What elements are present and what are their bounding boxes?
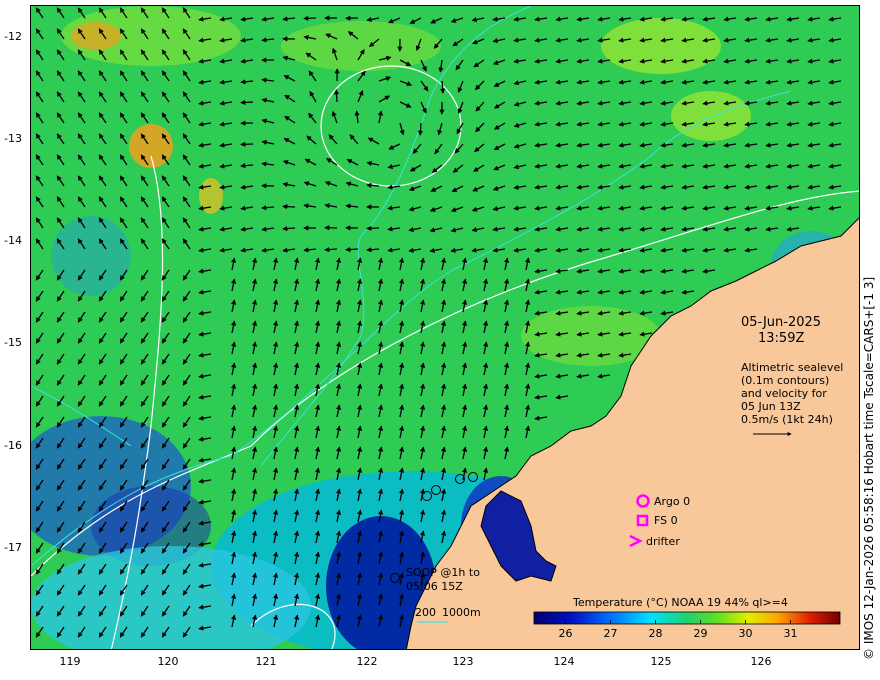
x-tick-label: 122	[356, 655, 378, 668]
isobath-1000-label: 1000m	[442, 606, 481, 619]
altimetry-line-2: (0.1m contours)	[741, 374, 830, 387]
isobath-200-label: 200	[415, 606, 436, 619]
x-tick-label: 124	[553, 655, 575, 668]
map-canvas	[31, 6, 859, 649]
y-tick-label: -14	[4, 234, 22, 247]
drifter-label: drifter	[646, 535, 680, 548]
y-tick-label: -13	[4, 132, 22, 145]
altimetry-line-1: Altimetric sealevel	[741, 361, 844, 374]
x-tick-label: 123	[452, 655, 474, 668]
velocity-arrow	[282, 204, 296, 210]
x-tick-label: 125	[650, 655, 672, 668]
y-tick-label: -12	[4, 30, 22, 43]
soop-label-2: 05/06 15Z	[406, 580, 463, 593]
colorbar-tick-label: 31	[783, 627, 798, 640]
colorbar-tick-label: 30	[738, 627, 753, 640]
velocity-arrow	[240, 141, 254, 147]
altimetry-line-4: 05 Jun 13Z	[741, 400, 801, 413]
x-tick-label: 120	[157, 655, 179, 668]
x-tick-label: 119	[59, 655, 81, 668]
argo-label: Argo 0	[654, 495, 691, 508]
velocity-arrow	[282, 225, 296, 232]
y-tick-label: -17	[4, 541, 22, 554]
velocity-arrow	[345, 246, 359, 253]
velocity-arrow	[324, 246, 338, 253]
altimetry-line-5: 0.5m/s (1kt 24h)	[741, 413, 833, 426]
colorbar-tick-label: 27	[603, 627, 618, 640]
x-tick-label: 121	[255, 655, 277, 668]
soop-label-1: SOOP @1h to	[406, 566, 480, 579]
velocity-arrow	[303, 15, 317, 21]
velocity-arrow	[366, 225, 380, 231]
sst-map[interactable]: 05-Jun-2025 13:59Z Altimetric sealevel (…	[30, 5, 860, 650]
y-tick-label: -15	[4, 336, 22, 349]
map-time: 13:59Z	[758, 331, 805, 346]
colorbar-tick-label: 26	[558, 627, 573, 640]
y-tick-label: -16	[4, 439, 22, 452]
map-date: 05-Jun-2025	[741, 315, 822, 330]
side-caption: © IMOS 12-Jan-2026 05:58:16 Hobart time …	[862, 276, 876, 660]
velocity-arrow	[240, 99, 254, 105]
colorbar-title: Temperature (°C) NOAA 19 44% ql>=4	[573, 596, 788, 609]
colorbar-tick-label: 28	[648, 627, 663, 640]
fs-label: FS 0	[654, 514, 678, 527]
velocity-arrow	[417, 122, 424, 136]
altimetry-line-3: and velocity for	[741, 387, 827, 400]
x-tick-label: 126	[750, 655, 772, 668]
colorbar-tick-label: 29	[693, 627, 708, 640]
velocity-arrow	[333, 89, 340, 103]
colorbar	[533, 611, 841, 625]
